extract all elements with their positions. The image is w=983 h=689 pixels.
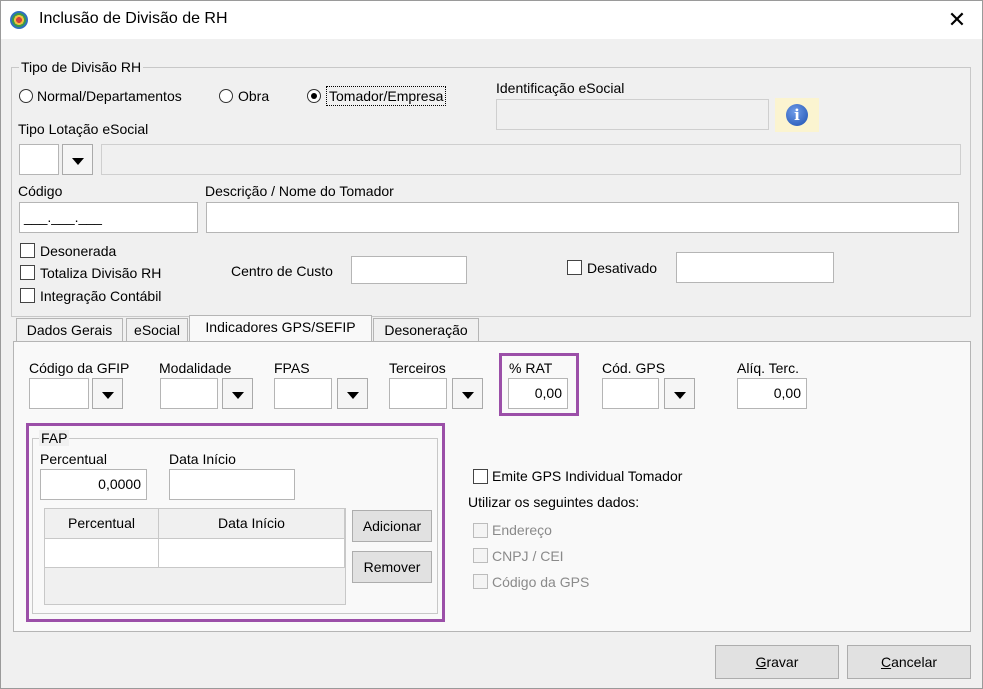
info-icon[interactable]: i — [786, 104, 808, 126]
tab-indicadores[interactable]: Indicadores GPS/SEFIP — [189, 315, 372, 342]
tab-esocial[interactable]: eSocial — [126, 318, 188, 342]
codigo-field[interactable]: ___.___.___ — [19, 202, 198, 233]
terceiros-dropdown[interactable] — [452, 378, 483, 409]
radio-obra-label: Obra — [238, 88, 270, 104]
cod-gps-dropdown[interactable] — [664, 378, 695, 409]
fap-data-inicio-field[interactable] — [169, 469, 295, 500]
aliq-terc-value: 0,00 — [773, 385, 801, 401]
gravar-text: ravar — [766, 654, 799, 670]
endereco-label: Endereço — [492, 522, 552, 538]
fap-table: Percentual Data Início — [44, 508, 346, 605]
aliq-terc-label: Alíq. Terc. — [737, 360, 799, 376]
desonerada-label: Desonerada — [40, 243, 117, 259]
cod-gps-field[interactable] — [602, 378, 659, 409]
identificacao-field — [496, 99, 769, 130]
totaliza-label: Totaliza Divisão RH — [40, 265, 162, 281]
fap-table-cell[interactable] — [45, 539, 159, 568]
rat-label: % RAT — [509, 360, 553, 376]
tipo-lotacao-desc — [101, 144, 961, 175]
fap-data-inicio-label: Data Início — [169, 451, 236, 467]
terceiros-field[interactable] — [389, 378, 447, 409]
tab-dados-gerais[interactable]: Dados Gerais — [16, 318, 123, 342]
cancelar-button[interactable]: Cancelar — [847, 645, 971, 679]
remover-button[interactable]: Remover — [352, 551, 432, 583]
codigo-gps-label: Código da GPS — [492, 574, 590, 590]
fap-percentual-field[interactable]: 0,0000 — [40, 469, 147, 500]
radio-normal[interactable] — [19, 89, 33, 103]
codigo-label: Código — [18, 183, 63, 199]
radio-obra[interactable] — [219, 89, 233, 103]
terceiros-label: Terceiros — [389, 360, 446, 376]
tipo-divisao-title: Tipo de Divisão RH — [19, 59, 144, 75]
fap-table-header-percentual: Percentual — [45, 509, 159, 539]
radio-normal-label: Normal/Departamentos — [37, 88, 182, 104]
rat-value: 0,00 — [534, 385, 562, 401]
tipo-lotacao-label: Tipo Lotação eSocial — [18, 121, 149, 137]
centro-custo-label: Centro de Custo — [231, 263, 333, 279]
close-icon[interactable]: ✕ — [941, 5, 973, 35]
radio-tomador-label: Tomador/Empresa — [326, 86, 447, 106]
cnpj-checkbox — [473, 548, 488, 563]
modalidade-dropdown[interactable] — [222, 378, 253, 409]
app-icon — [10, 11, 28, 29]
dialog-window: Inclusão de Divisão de RH ✕ Tipo de Divi… — [0, 0, 983, 689]
radio-tomador[interactable] — [307, 89, 321, 103]
fpas-field[interactable] — [274, 378, 332, 409]
integracao-label: Integração Contábil — [40, 288, 162, 304]
codigo-gfip-dropdown[interactable] — [92, 378, 123, 409]
desativado-checkbox[interactable] — [567, 260, 582, 275]
fap-table-cell[interactable] — [159, 539, 345, 568]
endereco-checkbox — [473, 523, 488, 538]
cancelar-accel: C — [880, 654, 892, 670]
codigo-gfip-label: Código da GFIP — [29, 360, 130, 376]
cod-gps-label: Cód. GPS — [602, 360, 666, 376]
gravar-button[interactable]: Gravar — [715, 645, 839, 679]
desonerada-checkbox[interactable] — [20, 243, 35, 258]
fpas-label: FPAS — [274, 360, 310, 376]
adicionar-button[interactable]: Adicionar — [352, 510, 432, 542]
window-title: Inclusão de Divisão de RH — [39, 10, 228, 27]
codigo-gfip-field[interactable] — [29, 378, 89, 409]
fap-table-header-data: Data Início — [159, 509, 345, 539]
modalidade-field[interactable] — [160, 378, 218, 409]
fap-percentual-label: Percentual — [40, 451, 107, 467]
utilizar-label: Utilizar os seguintes dados: — [468, 494, 640, 510]
centro-custo-field[interactable] — [351, 256, 467, 284]
descricao-field[interactable] — [206, 202, 959, 233]
integracao-checkbox[interactable] — [20, 288, 35, 303]
tipo-lotacao-code[interactable] — [19, 144, 59, 175]
emite-gps-checkbox[interactable] — [473, 469, 488, 484]
codigo-gps-checkbox — [473, 574, 488, 589]
totaliza-checkbox[interactable] — [20, 265, 35, 280]
identificacao-label: Identificação eSocial — [496, 80, 625, 96]
fpas-dropdown[interactable] — [337, 378, 368, 409]
tab-desoneracao[interactable]: Desoneração — [373, 318, 479, 342]
gravar-accel: G — [755, 654, 767, 670]
codigo-mask: ___.___.___ — [24, 209, 102, 225]
title-bar: Inclusão de Divisão de RH ✕ — [1, 1, 982, 39]
descricao-label: Descrição / Nome do Tomador — [205, 183, 394, 199]
tipo-lotacao-dropdown[interactable] — [62, 144, 93, 175]
modalidade-label: Modalidade — [159, 360, 232, 376]
fap-percentual-value: 0,0000 — [98, 476, 141, 492]
fap-title: FAP — [39, 430, 70, 446]
desativado-label: Desativado — [587, 260, 658, 276]
emite-gps-label: Emite GPS Individual Tomador — [492, 468, 683, 484]
cancelar-text: ancelar — [891, 654, 938, 670]
aliq-terc-field[interactable]: 0,00 — [737, 378, 807, 409]
rat-field[interactable]: 0,00 — [508, 378, 568, 409]
cnpj-label: CNPJ / CEI — [492, 548, 564, 564]
desativado-field[interactable] — [676, 252, 834, 283]
